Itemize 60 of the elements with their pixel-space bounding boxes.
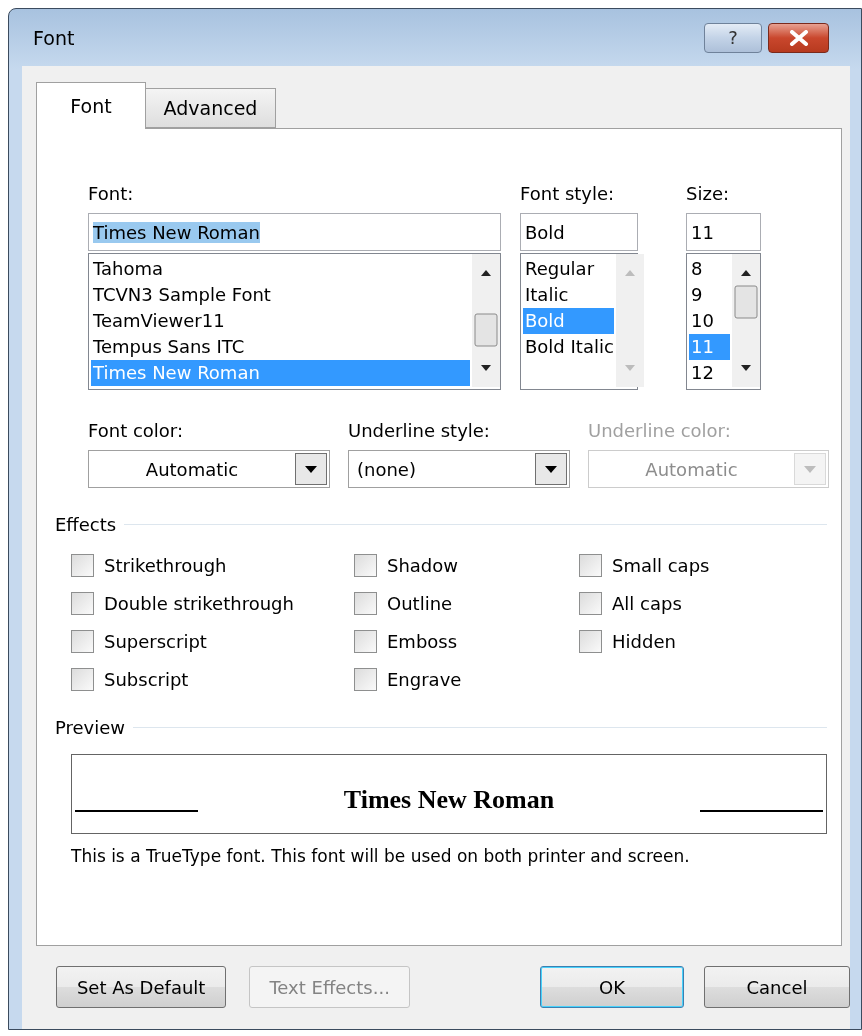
dialog-button[interactable]: Cancel [704, 966, 850, 1008]
list-item[interactable]: Regular [523, 256, 614, 282]
checkbox-label[interactable]: Hidden [612, 630, 676, 652]
checkbox[interactable] [71, 629, 94, 653]
list-item[interactable]: 12 [689, 360, 730, 386]
checkbox[interactable] [354, 629, 377, 653]
checkbox[interactable] [354, 591, 377, 615]
field-label: Font: [88, 183, 135, 206]
checkbox[interactable] [71, 667, 94, 691]
list-item[interactable]: 10 [689, 308, 730, 334]
checkbox-label[interactable]: Shadow [387, 554, 459, 576]
checkbox[interactable] [71, 553, 94, 577]
list-item[interactable]: Bold Italic [523, 334, 614, 360]
checkbox-label[interactable]: Emboss [387, 630, 458, 652]
field-label: Underline color: [588, 420, 732, 443]
checkbox[interactable] [579, 591, 602, 615]
checkbox[interactable] [71, 591, 94, 615]
checkbox-label[interactable]: Small caps [612, 554, 710, 576]
dialog-button[interactable]: OK [539, 966, 684, 1008]
scrollbar[interactable] [615, 254, 644, 387]
checkbox-label[interactable]: Double strikethrough [104, 592, 294, 614]
checkbox-label[interactable]: Engrave [387, 668, 462, 690]
dropdown[interactable]: (none) [348, 450, 570, 488]
checkbox-label[interactable]: All caps [612, 592, 682, 614]
dropdown[interactable]: Automatic [88, 450, 330, 488]
close-button[interactable] [768, 22, 829, 53]
list-item[interactable]: TCVN3 Sample Font [91, 282, 470, 308]
field-label: Underline style: [348, 420, 491, 443]
help-button[interactable]: ? [704, 22, 762, 53]
checkbox-label[interactable]: Superscript [104, 630, 207, 652]
checkbox[interactable] [579, 553, 602, 577]
dialog-button[interactable]: Set As Default [56, 966, 227, 1008]
checkbox-label[interactable]: Outline [387, 592, 453, 614]
checkbox[interactable] [354, 553, 377, 577]
preview-sample: Times New Roman [342, 785, 556, 815]
field-label: Font style: [520, 183, 616, 206]
section-title: Preview [55, 717, 126, 738]
list-item[interactable]: Italic [523, 282, 614, 308]
checkbox[interactable] [579, 629, 602, 653]
window-title: Font [33, 26, 76, 49]
input-field[interactable]: Times New Roman [88, 213, 501, 251]
input-field[interactable]: 11 [686, 213, 761, 251]
close-icon [788, 29, 809, 46]
section-title: Effects [55, 514, 117, 535]
scrollbar[interactable] [472, 254, 500, 387]
input-field[interactable]: Bold [520, 213, 638, 251]
list-item[interactable]: TeamViewer11 [91, 308, 470, 334]
checkbox-label[interactable]: Subscript [104, 668, 189, 690]
list-item[interactable]: 9 [689, 282, 730, 308]
list-item[interactable]: Tempus Sans ITC [91, 334, 470, 360]
field-label: Size: [686, 183, 730, 206]
tab[interactable]: Font [36, 82, 146, 129]
font-note: This is a TrueType font. This font will be used on both printer and screen. [71, 846, 691, 866]
tab[interactable]: Advanced [146, 88, 276, 128]
list-item[interactable]: 8 [689, 256, 730, 282]
checkbox[interactable] [354, 667, 377, 691]
field-label: Font color: [88, 420, 184, 443]
list-item[interactable]: Tahoma [91, 256, 470, 282]
scrollbar[interactable] [732, 254, 760, 387]
checkbox-label[interactable]: Strikethrough [104, 554, 227, 576]
